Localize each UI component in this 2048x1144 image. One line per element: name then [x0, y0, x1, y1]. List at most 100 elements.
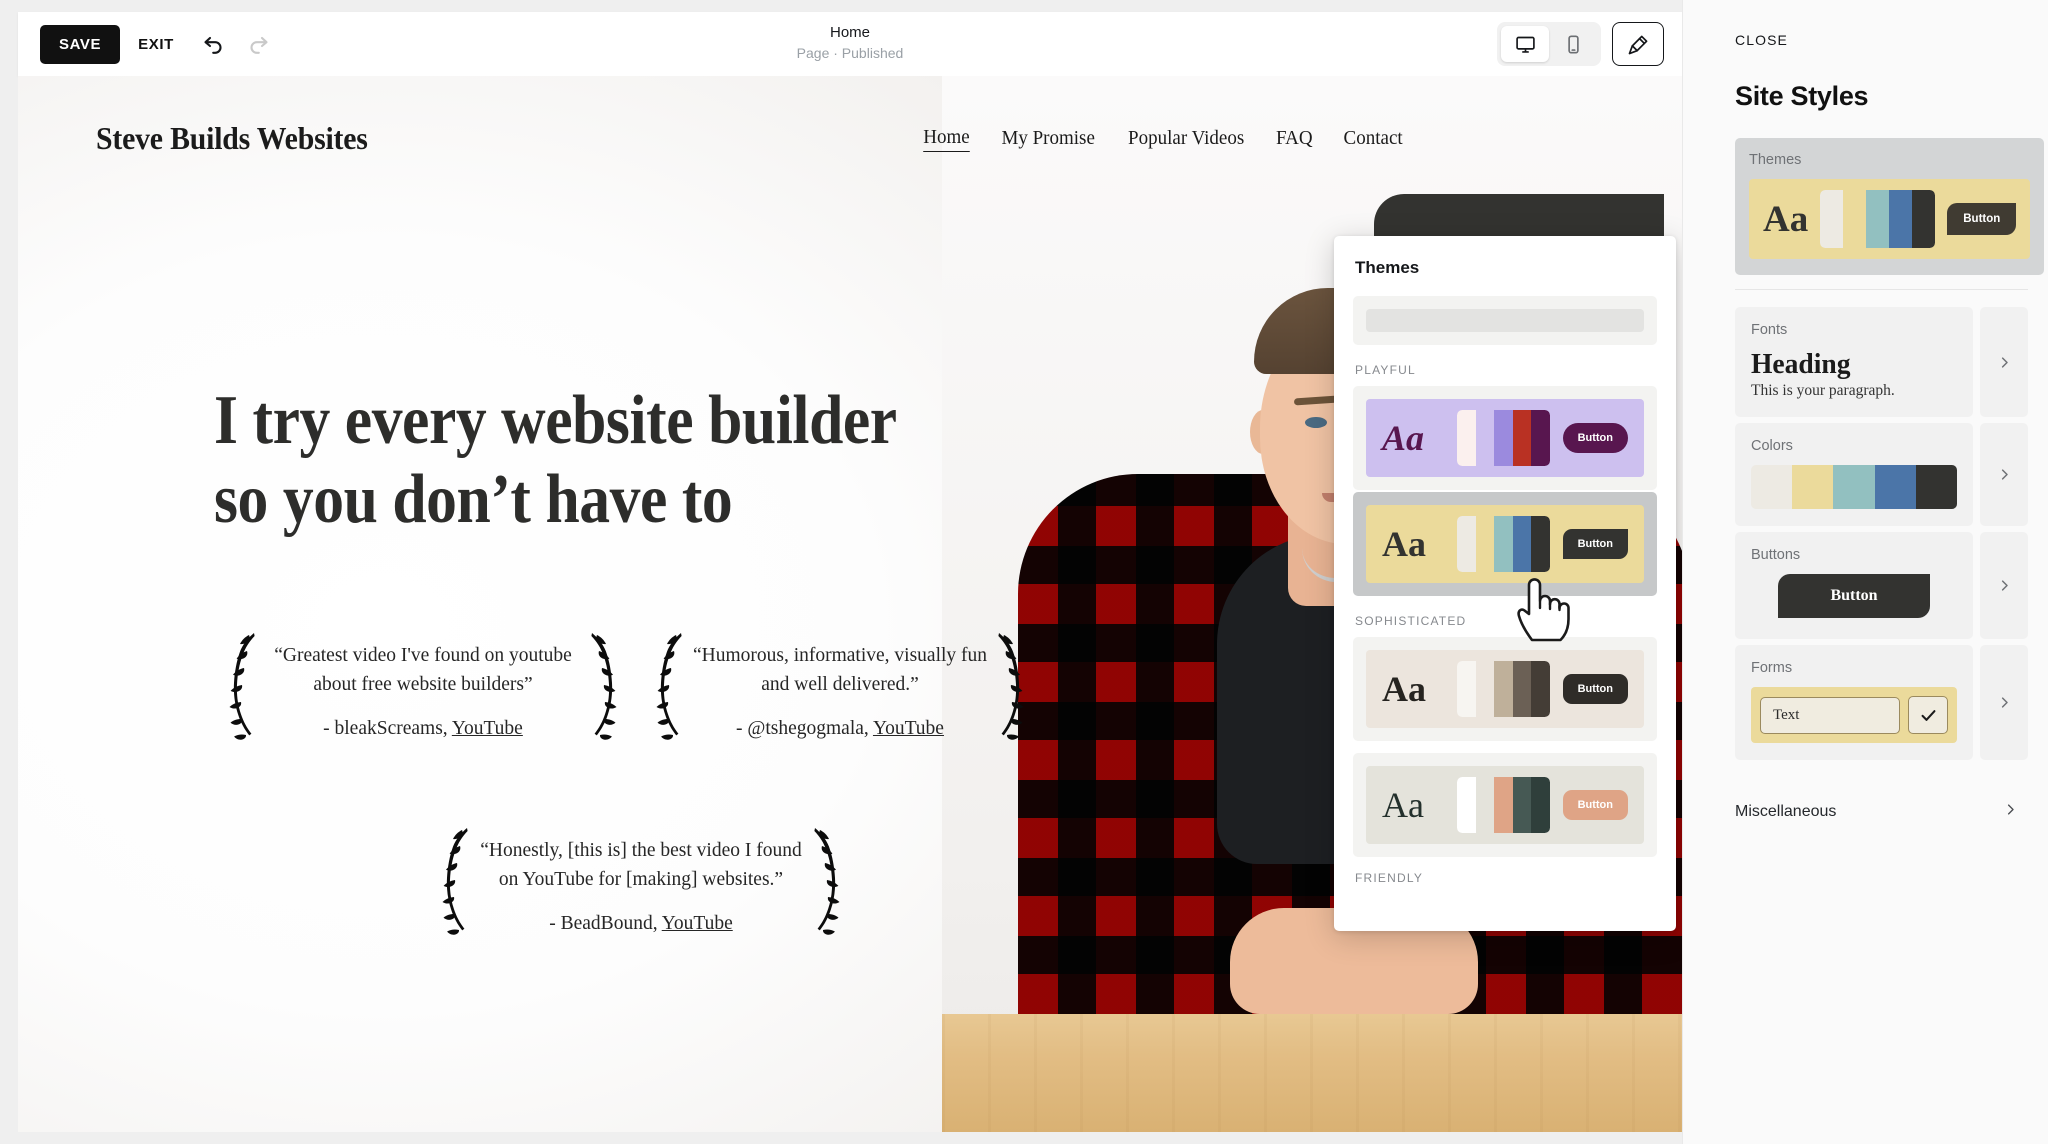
testimonial-1-author: - bleakScreams,: [323, 717, 452, 739]
colors-palette: [1751, 465, 1957, 510]
theme-card-playful[interactable]: Aa Button: [1353, 386, 1657, 490]
laurel-right-icon: [591, 633, 617, 740]
panel-sections: Themes Aa Button Fonts Heading This is y…: [1683, 138, 2048, 761]
theme-card-sophisticated-preview: Aa Button: [1366, 650, 1644, 728]
chevron-right-icon[interactable]: [1980, 423, 2028, 527]
laurel-left-icon: [229, 633, 255, 740]
themes-popup-scroll[interactable]: PLAYFUL Aa Button Aa Button SOPHISTICATE…: [1334, 278, 1676, 885]
laurel-right-icon: [814, 828, 840, 935]
theme-group-label-friendly: FRIENDLY: [1355, 871, 1424, 885]
theme-aa-sample: Aa: [1382, 418, 1425, 458]
laurel-left-icon: [656, 633, 682, 740]
editor-window: SAVE EXIT Home Page · Published Steve Bu…: [0, 0, 2048, 1144]
site-styles-panel: CLOSE Site Styles Themes Aa Button Fonts…: [1682, 0, 2048, 1144]
site-nav: Home My Promise Popular Videos FAQ Conta…: [922, 126, 1604, 152]
panel-row-miscellaneous[interactable]: Miscellaneous: [1683, 766, 2048, 822]
panel-row-themes[interactable]: Themes Aa Button: [1735, 138, 2045, 275]
nav-link-home[interactable]: Home: [922, 126, 970, 152]
close-panel-button[interactable]: CLOSE: [1683, 0, 1788, 48]
testimonial-1-attribution: - bleakScreams, YouTube: [265, 718, 581, 740]
testimonial-3: “Honestly, [this is] the best video I fo…: [436, 826, 846, 946]
theme-swatches: [1457, 777, 1550, 833]
colors-section-label: Colors: [1751, 438, 1793, 455]
form-preview: Text: [1751, 687, 1957, 744]
fonts-section-card[interactable]: Fonts Heading This is your paragraph.: [1735, 307, 1973, 418]
panel-row-colors[interactable]: Colors: [1735, 423, 2028, 527]
theme-button-sample: Button: [1562, 529, 1628, 559]
theme-button-sample: Button: [1947, 203, 2017, 235]
chevron-right-icon[interactable]: [1980, 645, 2028, 761]
fonts-heading-sample: Heading: [1751, 348, 1851, 380]
site-header: Steve Builds Websites Home My Promise Po…: [18, 120, 1682, 157]
testimonial-1-source-link[interactable]: YouTube: [452, 718, 523, 739]
panel-divider: [1735, 289, 2028, 290]
fonts-section-label: Fonts: [1751, 322, 1788, 338]
buttons-section-card[interactable]: Buttons Button: [1735, 532, 1973, 640]
themes-popup[interactable]: Themes PLAYFUL Aa Button Aa Button SOPHI…: [1334, 236, 1676, 931]
desktop-monitor-icon[interactable]: [1501, 26, 1549, 62]
theme-button-sample: Button: [1562, 423, 1628, 453]
theme-aa-sample: Aa: [1382, 524, 1426, 564]
testimonial-1-text: “Greatest video I've found on youtube ab…: [274, 645, 572, 695]
exit-button[interactable]: EXIT: [120, 25, 192, 64]
panel-title: Site Styles: [1735, 81, 1869, 111]
testimonial-3-source-link[interactable]: YouTube: [662, 913, 733, 934]
theme-button-sample: Button: [1562, 790, 1628, 820]
toolbar-right-group: [1497, 22, 1682, 66]
chevron-right-icon[interactable]: [1980, 532, 2028, 640]
panel-row-buttons[interactable]: Buttons Button: [1735, 532, 2028, 640]
theme-swatches: [1457, 661, 1550, 717]
theme-card-partial[interactable]: [1353, 296, 1657, 345]
laurel-left-icon: [442, 828, 468, 935]
headline-line-2: so you don’t have to: [214, 461, 733, 539]
site-logo[interactable]: Steve Builds Websites: [96, 120, 368, 157]
device-preview-toggle[interactable]: [1497, 22, 1601, 66]
theme-card-yellow-preview: Aa Button: [1366, 505, 1644, 583]
testimonial-2: “Humorous, informative, visually fun and…: [650, 631, 1030, 751]
testimonial-1: “Greatest video I've found on youtube ab…: [223, 631, 623, 751]
checkmark-icon[interactable]: [1908, 696, 1948, 735]
eye-left: [1305, 417, 1327, 428]
chevron-right-icon[interactable]: [2003, 802, 2018, 822]
testimonial-3-attribution: - BeadBound, YouTube: [478, 913, 804, 935]
buttons-section-label: Buttons: [1751, 547, 1801, 564]
nav-link-contact[interactable]: Contact: [1343, 127, 1402, 150]
theme-aa-sample: Aa: [1763, 198, 1809, 240]
nav-link-faq[interactable]: FAQ: [1276, 127, 1313, 150]
site-preview-canvas[interactable]: Steve Builds Websites Home My Promise Po…: [18, 76, 1682, 1132]
redo-arrow-icon[interactable]: [236, 22, 280, 66]
nav-link-my-promise[interactable]: My Promise: [1001, 127, 1094, 150]
hero-headline[interactable]: I try every website builder so you don’t…: [214, 381, 1006, 539]
button-sample: Button: [1778, 574, 1930, 619]
forms-section-card[interactable]: Forms Text: [1735, 645, 1973, 761]
testimonial-2-source-link[interactable]: YouTube: [873, 718, 944, 739]
colors-section-card[interactable]: Colors: [1735, 423, 1973, 527]
theme-group-label-sophisticated: SOPHISTICATED: [1355, 614, 1467, 628]
themes-section-card[interactable]: Themes Aa Button: [1735, 138, 2045, 275]
themes-popup-title: Themes: [1355, 258, 1420, 277]
paintbrush-icon[interactable]: [1612, 22, 1664, 66]
panel-row-fonts[interactable]: Fonts Heading This is your paragraph.: [1735, 307, 2028, 418]
undo-arrow-icon[interactable]: [192, 22, 236, 66]
theme-card-selected-yellow[interactable]: Aa Button: [1353, 492, 1657, 596]
testimonial-3-text: “Honestly, [this is] the best video I fo…: [480, 840, 802, 890]
testimonial-2-author: - @tshegogmala,: [736, 717, 873, 739]
page-title: Home: [829, 24, 870, 42]
mobile-phone-icon[interactable]: [1549, 26, 1597, 62]
chevron-right-icon[interactable]: [1980, 307, 2028, 418]
theme-button-sample: Button: [1562, 674, 1628, 704]
toolbar-left-group: SAVE EXIT: [18, 22, 280, 66]
themes-preview: Aa Button: [1749, 179, 2031, 259]
theme-aa-sample: Aa: [1382, 785, 1424, 825]
testimonial-3-author: - BeadBound,: [549, 912, 662, 934]
theme-card-friendly[interactable]: Aa Button: [1353, 753, 1657, 857]
forms-section-label: Forms: [1751, 660, 1793, 677]
panel-row-forms[interactable]: Forms Text: [1735, 645, 2028, 761]
theme-card-sophisticated[interactable]: Aa Button: [1353, 637, 1657, 741]
theme-swatches: [1457, 516, 1550, 572]
themes-section-label: Themes: [1749, 152, 1802, 168]
form-text-input-sample[interactable]: Text: [1760, 696, 1900, 734]
nav-link-popular-videos[interactable]: Popular Videos: [1128, 127, 1244, 150]
theme-card-partial-preview: [1366, 309, 1644, 332]
save-button[interactable]: SAVE: [40, 24, 121, 64]
